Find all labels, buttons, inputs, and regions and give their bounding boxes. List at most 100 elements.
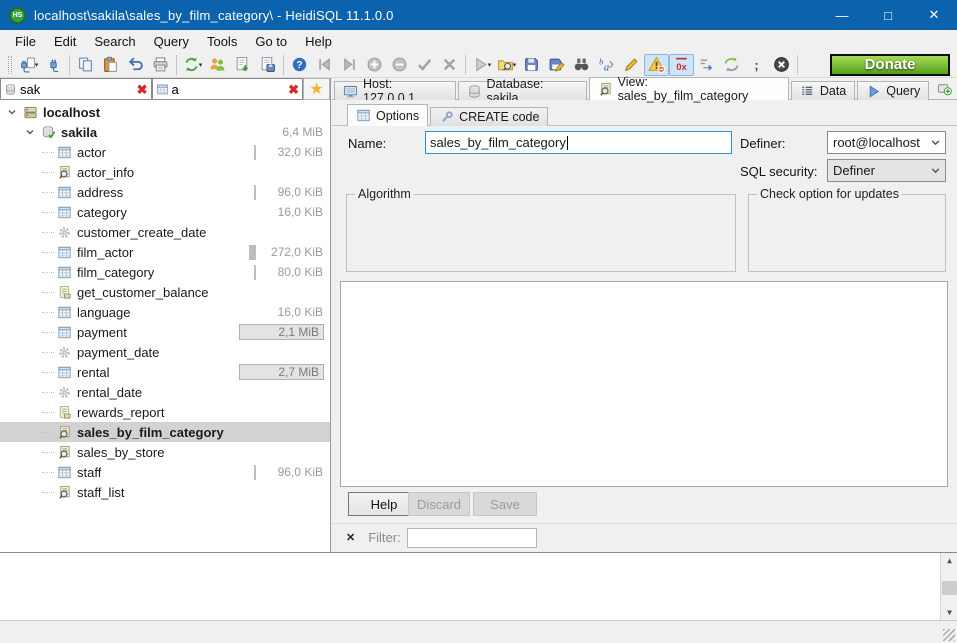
menu-query[interactable]: Query bbox=[145, 31, 198, 52]
tab-query[interactable]: Query bbox=[857, 81, 929, 100]
dropdown-caret-icon[interactable]: ▾ bbox=[199, 61, 203, 69]
copy-button[interactable] bbox=[73, 54, 98, 76]
cancel-query-button[interactable] bbox=[769, 54, 794, 76]
table-filter-input[interactable] bbox=[172, 82, 286, 97]
tree-item-address[interactable]: address96,0 KiB bbox=[0, 182, 330, 202]
tree-item-label: get_customer_balance bbox=[77, 285, 209, 300]
execute-sql-button[interactable]: ▾ bbox=[469, 54, 494, 76]
menu-go-to[interactable]: Go to bbox=[246, 31, 296, 52]
dropdown-caret-icon[interactable]: ▾ bbox=[488, 61, 492, 69]
replace-text-button[interactable] bbox=[594, 54, 619, 76]
view-binary-hex-button[interactable] bbox=[669, 54, 694, 76]
help-button[interactable] bbox=[287, 54, 312, 76]
definer-select[interactable]: root@localhost bbox=[827, 131, 946, 154]
tree-item-get_customer_balance[interactable]: get_customer_balance bbox=[0, 282, 330, 302]
log-scrollbar[interactable]: ▲ ▼ bbox=[940, 553, 957, 620]
toolbar-separator bbox=[69, 55, 70, 75]
donate-button[interactable]: Donate bbox=[830, 54, 950, 76]
menu-search[interactable]: Search bbox=[85, 31, 144, 52]
database-filter-input[interactable] bbox=[20, 82, 134, 97]
maximize-button[interactable]: □ bbox=[865, 0, 911, 30]
refresh-button[interactable]: ▾ bbox=[180, 54, 205, 76]
tree-item-rental_date[interactable]: rental_date bbox=[0, 382, 330, 402]
tree-item-staff_list[interactable]: staff_list bbox=[0, 482, 330, 502]
tree-item-rewards_report[interactable]: rewards_report bbox=[0, 402, 330, 422]
sql-security-select[interactable]: Definer bbox=[827, 159, 946, 182]
clear-table-filter-icon[interactable]: ✖ bbox=[288, 83, 299, 96]
favorites-button[interactable]: ★ bbox=[303, 78, 330, 100]
tree-item-sales_by_store[interactable]: sales_by_store bbox=[0, 442, 330, 462]
export-database-button[interactable] bbox=[230, 54, 255, 76]
find-text-button[interactable] bbox=[569, 54, 594, 76]
reconnect-button[interactable] bbox=[719, 54, 744, 76]
tree-item-actor_info[interactable]: actor_info bbox=[0, 162, 330, 182]
undo-button[interactable] bbox=[123, 54, 148, 76]
discard-button[interactable]: Discard bbox=[408, 492, 470, 516]
window-title: localhost\sakila\sales_by_film_category\… bbox=[34, 8, 394, 23]
tree-item-category[interactable]: category16,0 KiB bbox=[0, 202, 330, 222]
dropdown-caret-icon[interactable]: ▾ bbox=[35, 61, 39, 69]
subtab-options[interactable]: Options bbox=[347, 104, 428, 126]
tree-item-language[interactable]: language16,0 KiB bbox=[0, 302, 330, 322]
user-manager-button[interactable] bbox=[205, 54, 230, 76]
next-statement-button[interactable] bbox=[694, 54, 719, 76]
last-record-button[interactable] bbox=[337, 54, 362, 76]
minimize-button[interactable]: — bbox=[819, 0, 865, 30]
scrollbar-thumb[interactable] bbox=[942, 581, 957, 595]
new-query-tab-button[interactable] bbox=[931, 79, 957, 98]
tree-item-film_actor[interactable]: film_actor272,0 KiB bbox=[0, 242, 330, 262]
session-manager-button[interactable]: ▾ bbox=[16, 54, 41, 76]
insert-row-button[interactable] bbox=[362, 54, 387, 76]
menu-tools[interactable]: Tools bbox=[198, 31, 246, 52]
filter-input[interactable] bbox=[407, 528, 537, 548]
cancel-editing-button[interactable] bbox=[437, 54, 462, 76]
tab-database-sakila[interactable]: Database: sakila bbox=[458, 81, 587, 100]
tree-item-staff[interactable]: staff96,0 KiB bbox=[0, 462, 330, 482]
delete-row-button[interactable] bbox=[387, 54, 412, 76]
insert-snippet-button[interactable] bbox=[255, 54, 280, 76]
post-changes-button[interactable] bbox=[412, 54, 437, 76]
menu-edit[interactable]: Edit bbox=[45, 31, 85, 52]
tab-data[interactable]: Data bbox=[791, 81, 855, 100]
save-sql-button[interactable] bbox=[519, 54, 544, 76]
toolbar-buttons: ▾ ▾ ▾ ▾ bbox=[16, 54, 801, 76]
tree-item-customer_create_date[interactable]: customer_create_date bbox=[0, 222, 330, 242]
load-sql-file-button[interactable]: ▾ bbox=[494, 54, 519, 76]
tree-item-localhost[interactable]: localhost bbox=[0, 102, 330, 122]
menu-file[interactable]: File bbox=[6, 31, 45, 52]
paste-button[interactable] bbox=[98, 54, 123, 76]
tree-item-rental[interactable]: rental2,7 MiB bbox=[0, 362, 330, 382]
save-sql-as-button[interactable] bbox=[544, 54, 569, 76]
subtab-create-code[interactable]: CREATE code bbox=[430, 107, 548, 126]
reformat-sql-button[interactable] bbox=[619, 54, 644, 76]
find-text-icon bbox=[573, 56, 590, 73]
first-record-button[interactable] bbox=[312, 54, 337, 76]
sql-log-panel[interactable]: ▲ ▼ bbox=[0, 552, 957, 620]
blob-as-text-button[interactable] bbox=[644, 54, 669, 76]
menu-help[interactable]: Help bbox=[296, 31, 341, 52]
tab-host-127-0-0-1[interactable]: Host: 127.0.0.1 bbox=[334, 81, 456, 100]
view-select-sql-editor[interactable] bbox=[340, 281, 948, 487]
single-statement-button[interactable] bbox=[744, 54, 769, 76]
clear-database-filter-icon[interactable]: ✖ bbox=[137, 83, 148, 96]
dropdown-caret-icon[interactable]: ▾ bbox=[513, 61, 517, 69]
print-button[interactable] bbox=[148, 54, 173, 76]
tab-view-sales-by-film-category[interactable]: View: sales_by_film_category bbox=[589, 77, 789, 100]
tree-item-payment_date[interactable]: payment_date bbox=[0, 342, 330, 362]
save-button[interactable]: Save bbox=[473, 492, 537, 516]
tree-item-film_category[interactable]: film_category80,0 KiB bbox=[0, 262, 330, 282]
toolbar-grip[interactable] bbox=[8, 56, 12, 74]
close-filter-icon[interactable]: ✕ bbox=[346, 531, 355, 544]
scroll-up-icon[interactable]: ▲ bbox=[941, 553, 957, 568]
tree-item-label: rental_date bbox=[77, 385, 142, 400]
scroll-down-icon[interactable]: ▼ bbox=[941, 605, 957, 620]
resize-grip[interactable] bbox=[943, 629, 955, 641]
tree-item-actor[interactable]: actor32,0 KiB bbox=[0, 142, 330, 162]
disconnect-button[interactable] bbox=[41, 54, 66, 76]
tree-item-payment[interactable]: payment2,1 MiB bbox=[0, 322, 330, 342]
tree-item-sakila[interactable]: sakila6,4 MiB bbox=[0, 122, 330, 142]
close-button[interactable]: ✕ bbox=[911, 0, 957, 30]
tree-item-sales_by_film_category[interactable]: sales_by_film_category bbox=[0, 422, 330, 442]
view-name-input[interactable]: sales_by_film_category bbox=[425, 131, 732, 154]
name-label: Name: bbox=[348, 136, 386, 151]
